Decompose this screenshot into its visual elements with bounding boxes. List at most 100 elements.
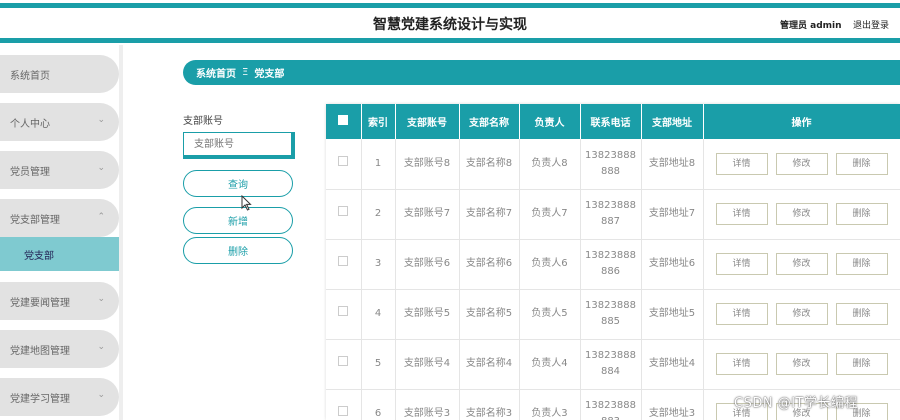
- breadcrumb-home[interactable]: 系统首页: [196, 65, 236, 80]
- column-header: 联系电话: [580, 104, 642, 139]
- phone-line1: 13823888: [585, 350, 636, 361]
- address-cell: 支部地址3: [641, 389, 704, 420]
- row-select-cell[interactable]: [326, 189, 362, 240]
- index-cell: 1: [361, 139, 396, 190]
- row-delete-button[interactable]: 删除: [835, 203, 888, 225]
- header-stripe: [0, 38, 900, 43]
- row-delete-button[interactable]: 删除: [835, 253, 888, 275]
- sidebar-item-personal[interactable]: 个人中心 ⌄: [0, 103, 119, 141]
- sidebar-item-label: 党员管理: [10, 166, 50, 178]
- index-cell: 6: [361, 389, 396, 420]
- branch-account-search-input[interactable]: [183, 132, 295, 159]
- column-header: 支部地址: [641, 104, 704, 139]
- chevron-up-icon: ⌃: [97, 212, 105, 222]
- sidebar-item-label: 党建学习管理: [10, 393, 70, 405]
- leader-cell: 负责人6: [519, 239, 581, 290]
- edit-button[interactable]: 修改: [775, 152, 828, 175]
- edit-button[interactable]: 修改: [775, 253, 828, 275]
- account-cell: 支部账号7: [395, 189, 460, 240]
- breadcrumb: 系统首页 Ξ 党支部: [183, 60, 900, 85]
- phone-cell: 13823888 887: [580, 189, 642, 240]
- breadcrumb-separator: Ξ: [242, 67, 249, 78]
- sidebar: 系统首页 个人中心 ⌄ 党员管理 ⌄ 党支部管理 ⌃ 党支部 党建要闻管理 ⌄ …: [0, 45, 123, 420]
- app-title: 智慧党建系统设计与实现: [373, 17, 527, 33]
- row-checkbox[interactable]: [338, 356, 349, 366]
- query-button[interactable]: 查询: [183, 170, 293, 197]
- phone-cell: 13823888 886: [580, 239, 642, 290]
- edit-button[interactable]: 修改: [775, 303, 828, 325]
- phone-cell: 13823888 883: [580, 389, 642, 420]
- row-select-cell[interactable]: [326, 339, 362, 390]
- row-select-cell[interactable]: [326, 239, 362, 290]
- sidebar-item-label: 个人中心: [10, 118, 50, 130]
- phone-line1: 13823888: [585, 250, 636, 261]
- row-select-cell[interactable]: [326, 389, 362, 420]
- sidebar-subitem-label: 党支部: [24, 250, 54, 262]
- account-cell: 支部账号6: [395, 239, 460, 290]
- row-delete-button[interactable]: 删除: [835, 353, 888, 375]
- chevron-down-icon: ⌄: [97, 294, 105, 304]
- table-row: 1 支部账号8 支部名称8 负责人8 13823888 888 支部地址8 详情 修改 删除: [326, 139, 900, 190]
- phone-cell: 13823888 888: [580, 139, 642, 190]
- detail-button[interactable]: 详情: [715, 253, 768, 275]
- phone-line2: 886: [600, 266, 621, 277]
- search-label: 支部账号: [183, 116, 223, 127]
- phone-cell: 13823888 885: [580, 289, 642, 340]
- phone-cell: 13823888 884: [580, 339, 642, 390]
- actions-cell: 详情 修改 删除: [703, 189, 900, 240]
- index-cell: 2: [361, 189, 396, 240]
- actions-cell: 详情 修改 删除: [703, 139, 900, 190]
- phone-line2: 888: [600, 165, 621, 177]
- delete-button[interactable]: 删除: [183, 237, 293, 264]
- name-cell: 支部名称3: [459, 389, 520, 420]
- address-cell: 支部地址7: [641, 189, 704, 240]
- column-header: 负责人: [519, 104, 581, 139]
- sidebar-item-branch-management[interactable]: 党支部管理 ⌃: [0, 199, 119, 237]
- sidebar-item-members[interactable]: 党员管理 ⌄: [0, 151, 119, 189]
- sidebar-item-news-management[interactable]: 党建要闻管理 ⌄: [0, 282, 119, 320]
- leader-cell: 负责人3: [519, 389, 581, 420]
- address-cell: 支部地址4: [641, 339, 704, 390]
- sidebar-subitem-branch[interactable]: 党支部: [0, 237, 119, 271]
- name-cell: 支部名称6: [459, 239, 520, 290]
- row-delete-button[interactable]: 删除: [835, 152, 888, 175]
- table-header-row: 索引 支部账号 支部名称 负责人 联系电话 支部地址 操作: [326, 104, 900, 139]
- detail-button[interactable]: 详情: [715, 203, 768, 225]
- name-cell: 支部名称4: [459, 339, 520, 390]
- top-stripe: [0, 3, 900, 8]
- leader-cell: 负责人7: [519, 189, 581, 240]
- add-button[interactable]: 新增: [183, 207, 293, 234]
- row-select-cell[interactable]: [326, 139, 362, 190]
- row-delete-button[interactable]: 删除: [835, 303, 888, 325]
- detail-button[interactable]: 详情: [715, 303, 768, 325]
- phone-line2: 885: [600, 316, 621, 327]
- detail-button[interactable]: 详情: [715, 353, 768, 375]
- detail-button[interactable]: 详情: [715, 152, 768, 175]
- row-checkbox[interactable]: [338, 155, 349, 166]
- sidebar-item-map-management[interactable]: 党建地图管理 ⌄: [0, 330, 119, 368]
- address-cell: 支部地址8: [641, 139, 704, 190]
- logout-link[interactable]: 退出登录: [853, 18, 889, 31]
- actions-cell: 详情 修改 删除: [703, 289, 900, 340]
- select-all-checkbox[interactable]: [338, 115, 349, 125]
- index-cell: 4: [361, 289, 396, 340]
- sidebar-item-home[interactable]: 系统首页: [0, 55, 119, 93]
- sidebar-item-study-management[interactable]: 党建学习管理 ⌄: [0, 378, 119, 416]
- account-cell: 支部账号5: [395, 289, 460, 340]
- leader-cell: 负责人5: [519, 289, 581, 340]
- phone-line1: 13823888: [585, 300, 636, 311]
- row-checkbox[interactable]: [338, 406, 349, 416]
- chevron-down-icon: ⌄: [97, 115, 105, 125]
- phone-line2: 883: [601, 416, 620, 420]
- row-checkbox[interactable]: [338, 306, 349, 316]
- row-select-cell[interactable]: [326, 289, 362, 340]
- edit-button[interactable]: 修改: [775, 353, 828, 375]
- address-cell: 支部地址5: [641, 289, 704, 340]
- edit-button[interactable]: 修改: [775, 203, 828, 225]
- top-bar: 智慧党建系统设计与实现 管理员 admin 退出登录: [0, 0, 900, 45]
- row-checkbox[interactable]: [338, 206, 349, 216]
- leader-cell: 负责人4: [519, 339, 581, 390]
- table-row: 5 支部账号4 支部名称4 负责人4 13823888 884 支部地址4 详情 修改 删除: [326, 339, 900, 390]
- select-all-header[interactable]: [326, 104, 362, 139]
- row-checkbox[interactable]: [338, 256, 349, 266]
